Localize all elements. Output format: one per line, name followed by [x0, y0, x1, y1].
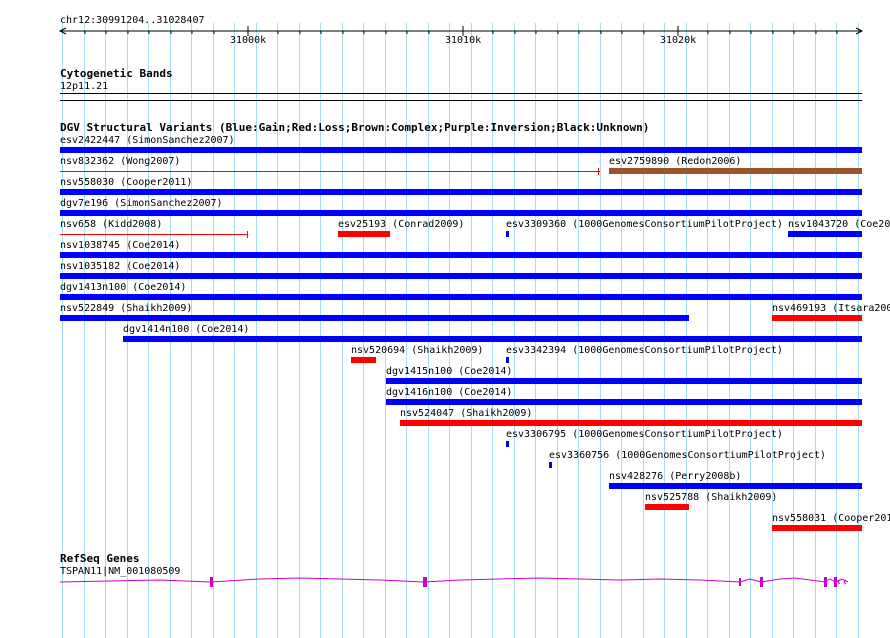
ruler-tick-label: 31000k [230, 35, 267, 46]
grid-line [342, 23, 343, 638]
variant-label: esv2759890 (Redon2006) [609, 156, 742, 167]
grid-line [600, 23, 601, 638]
variant-loss-bar[interactable] [772, 525, 862, 531]
variant-label: esv3360756 (1000GenomesConsortiumPilotPr… [549, 450, 826, 461]
variant-gain-bar[interactable] [788, 231, 862, 237]
variant-loss-bar[interactable] [338, 231, 390, 237]
variant-label: nsv1043720 (Coe2014) [788, 219, 890, 230]
cytoband-label: 12p11.21 [60, 81, 109, 92]
variant-label: esv2422447 (SimonSanchez2007) [60, 135, 235, 146]
variant-gain-bar[interactable] [506, 357, 509, 363]
cytoband-bar-bottom [60, 100, 862, 101]
variant-gain-bar[interactable] [60, 315, 689, 321]
variant-label: esv25193 (Conrad2009) [338, 219, 465, 230]
variant-label: dgv1415n100 (Coe2014) [386, 366, 513, 377]
grid-line [729, 23, 730, 638]
genome-browser-panel: chr12:30991204..31028407 31000k 31010k 3… [0, 0, 890, 638]
grid-line [664, 23, 665, 638]
gene-model[interactable] [0, 570, 890, 594]
variant-gain-bar[interactable] [549, 462, 552, 468]
cytoband-bar-top[interactable] [60, 93, 862, 94]
variant-loss-bar[interactable] [400, 420, 862, 426]
grid-line [363, 23, 364, 638]
grid-line [643, 23, 644, 638]
variant-gain-bar[interactable] [60, 252, 862, 258]
grid-line [707, 23, 708, 638]
variant-label: nsv1038745 (Coe2014) [60, 240, 181, 251]
variant-loss-bar[interactable] [772, 315, 862, 321]
variant-label: esv3306795 (1000GenomesConsortiumPilotPr… [506, 429, 783, 440]
variant-label: nsv522849 (Shaikh2009) [60, 303, 193, 314]
variant-label: dgv7e196 (SimonSanchez2007) [60, 198, 223, 209]
variant-gain-bar[interactable] [506, 441, 509, 447]
grid-line [449, 23, 450, 638]
grid-line [492, 23, 493, 638]
grid-line [62, 23, 63, 638]
grid-line [256, 23, 257, 638]
variant-loss-end [247, 231, 248, 238]
variant-label: nsv469193 (Itsara2009) [772, 303, 890, 314]
variant-label: dgv1414n100 (Coe2014) [123, 324, 250, 335]
variant-gain-bar[interactable] [60, 210, 862, 216]
variant-label: nsv1035182 (Coe2014) [60, 261, 181, 272]
grid-line [815, 23, 816, 638]
track-title: RefSeq Genes [60, 552, 140, 565]
variant-label: dgv1413n100 (Coe2014) [60, 282, 187, 293]
variant-label: nsv525788 (Shaikh2009) [645, 492, 778, 503]
grid-line [578, 23, 579, 638]
grid-line [858, 23, 859, 638]
variant-label: dgv1416n100 (Coe2014) [386, 387, 513, 398]
variant-loss-bar[interactable] [351, 357, 376, 363]
ruler-tick-label: 31010k [445, 35, 482, 46]
variant-loss-bar[interactable] [645, 504, 689, 510]
variant-label: esv3342394 (1000GenomesConsortiumPilotPr… [506, 345, 783, 356]
grid-line [406, 23, 407, 638]
grid-line [277, 23, 278, 638]
grid-line [535, 23, 536, 638]
variant-label: nsv558030 (Cooper2011) [60, 177, 193, 188]
variant-gain-bar[interactable] [60, 294, 862, 300]
grid-line [84, 23, 85, 638]
track-title: DGV Structural Variants (Blue:Gain;Red:L… [60, 121, 650, 134]
grid-line [105, 23, 106, 638]
variant-label: nsv658 (Kidd2008) [60, 219, 163, 230]
variant-label: nsv428276 (Perry2008b) [609, 471, 742, 482]
variant-label: esv3309360 (1000GenomesConsortiumPilotPr… [506, 219, 783, 230]
variant-label: nsv558031 (Cooper2011) [772, 513, 890, 524]
grid-line [686, 23, 687, 638]
variant-loss-line[interactable] [60, 234, 248, 235]
grid-line [836, 23, 837, 638]
track-title: Cytogenetic Bands [60, 67, 173, 80]
variant-gain-bar[interactable] [60, 147, 862, 153]
variant-label: nsv832362 (Wong2007) [60, 156, 181, 167]
grid-line [557, 23, 558, 638]
ruler-tick-label: 31020k [660, 35, 697, 46]
variant-gain-bar[interactable] [60, 273, 862, 279]
grid-line [320, 23, 321, 638]
variant-gain-bar[interactable] [506, 231, 509, 237]
variant-gain-bar[interactable] [123, 336, 862, 342]
variant-gain-bar[interactable] [609, 483, 862, 489]
grid-line [621, 23, 622, 638]
variant-label: nsv524047 (Shaikh2009) [400, 408, 533, 419]
grid-line [428, 23, 429, 638]
variant-loss-line[interactable] [60, 171, 600, 172]
variant-gain-bar[interactable] [386, 378, 862, 384]
grid-line [299, 23, 300, 638]
grid-line [750, 23, 751, 638]
variant-label: nsv520694 (Shaikh2009) [351, 345, 484, 356]
variant-loss-end [598, 168, 599, 175]
grid-line [471, 23, 472, 638]
grid-line [793, 23, 794, 638]
grid-line [514, 23, 515, 638]
grid-line [385, 23, 386, 638]
variant-complex-bar[interactable] [609, 168, 862, 174]
grid-line [772, 23, 773, 638]
variant-gain-bar[interactable] [60, 189, 862, 195]
variant-gain-bar[interactable] [386, 399, 862, 405]
